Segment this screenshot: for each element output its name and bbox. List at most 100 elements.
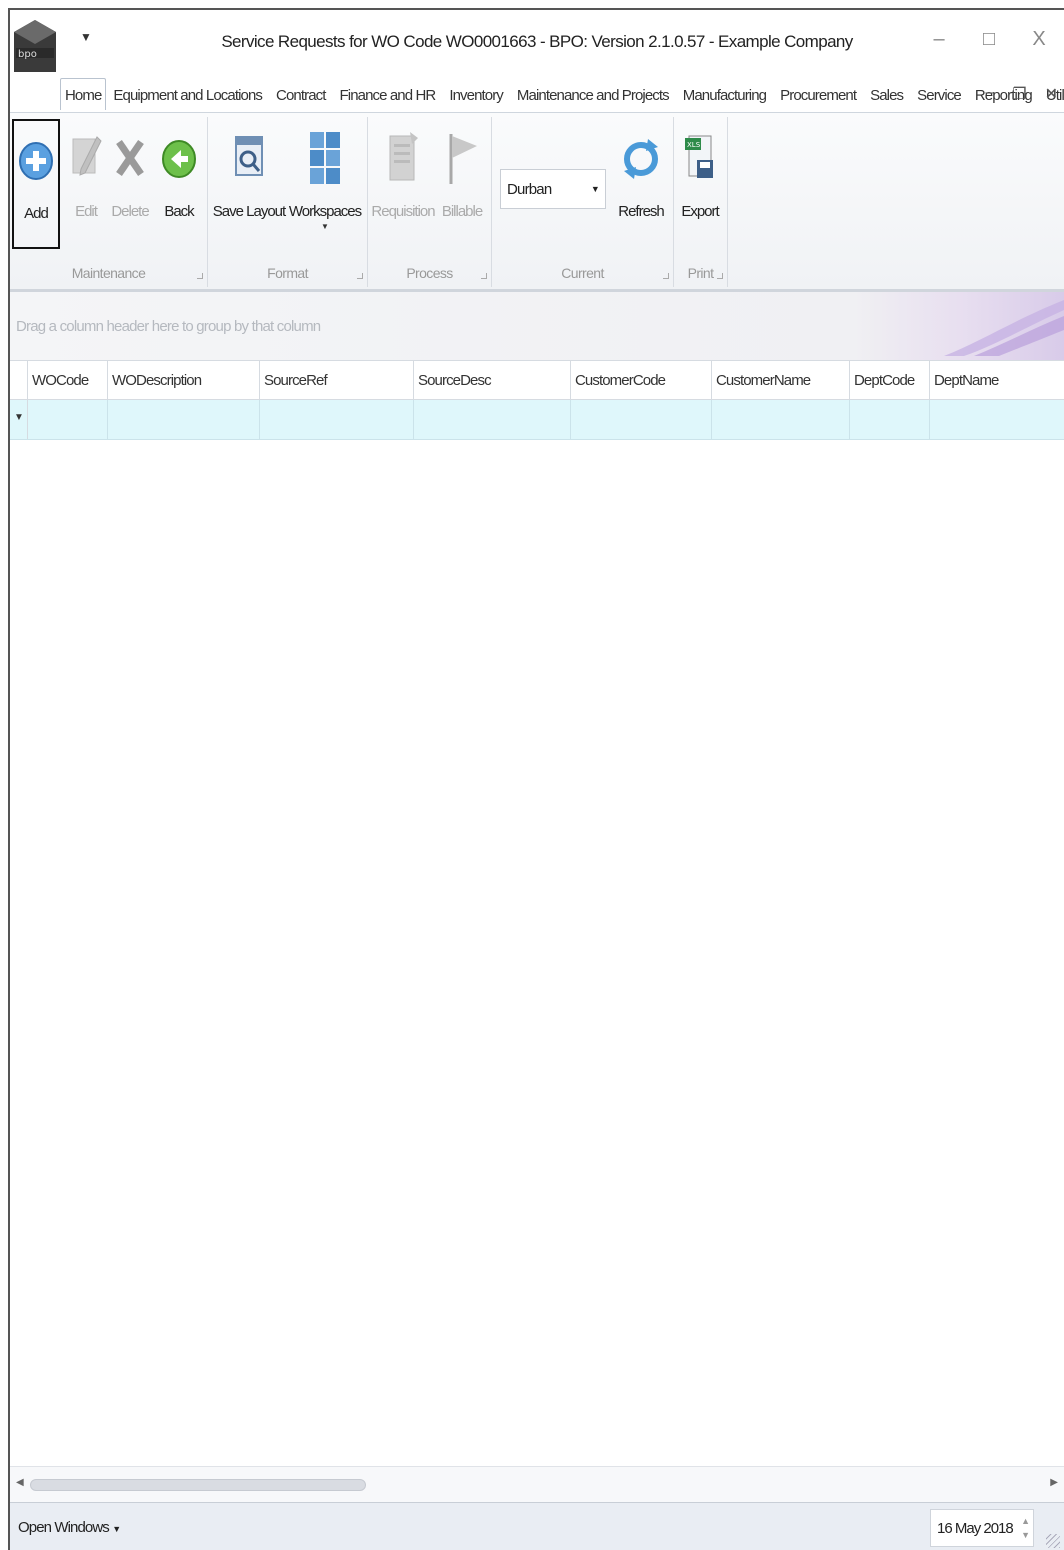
grid-cell[interactable] [930, 400, 1064, 439]
chevron-down-icon: ▼ [590, 184, 600, 194]
column-header-sourcedesc[interactable]: SourceDesc [414, 361, 571, 399]
delete-label: Delete [111, 203, 149, 220]
grid-cell[interactable] [712, 400, 850, 439]
new-row-indicator-icon: ▼ [14, 412, 24, 423]
service-requests-grid: WOCode WODescription SourceRef SourceDes… [10, 360, 1064, 440]
group-label-maintenance: Maintenance [71, 265, 146, 281]
delete-button[interactable]: Delete [108, 119, 152, 249]
add-label: Add [24, 205, 49, 222]
tab-maintenance-and-projects[interactable]: Maintenance and Projects [510, 79, 676, 110]
new-item-row[interactable]: ▼ [10, 400, 1064, 440]
grid-cell[interactable] [414, 400, 571, 439]
save-layout-button[interactable]: Save Layout [213, 119, 286, 249]
group-label-current: Current [561, 265, 604, 281]
minimize-button[interactable]: – [914, 24, 964, 54]
scrollbar-thumb[interactable] [30, 1479, 366, 1491]
ribbon-group-current: Durban ▼ Refresh Current [492, 117, 674, 287]
ribbon-tabs: Home Equipment and Locations Contract Fi… [10, 72, 1064, 112]
group-by-panel[interactable]: Drag a column header here to group by th… [10, 292, 1064, 362]
tab-inventory[interactable]: Inventory [442, 79, 510, 110]
flag-icon [449, 134, 477, 184]
grid-cell[interactable] [260, 400, 414, 439]
group-label-format: Format [267, 265, 308, 281]
group-by-hint: Drag a column header here to group by th… [16, 318, 321, 335]
scroll-right-icon[interactable]: ▶ [1050, 1477, 1058, 1488]
column-header-deptcode[interactable]: DeptCode [850, 361, 930, 399]
export-button[interactable]: XLS Export [676, 119, 724, 249]
dialog-launcher-icon[interactable] [481, 273, 487, 279]
grid-header-row: WOCode WODescription SourceRef SourceDes… [10, 360, 1064, 400]
workspaces-icon [310, 132, 340, 184]
group-label-process: Process [406, 265, 453, 281]
tab-service[interactable]: Service [910, 79, 968, 110]
edit-button[interactable]: Edit [66, 119, 106, 249]
tab-manufacturing[interactable]: Manufacturing [676, 79, 773, 110]
horizontal-scrollbar[interactable]: ◀ ▶ [10, 1466, 1064, 1502]
billable-label: Billable [441, 203, 483, 220]
column-header-deptname[interactable]: DeptName [930, 361, 1064, 399]
column-header-sourceref[interactable]: SourceRef [260, 361, 414, 399]
decorative-swoosh-icon [944, 300, 1064, 356]
row-indicator: ▼ [10, 400, 28, 439]
ribbon-group-process: Requisition Billable Process [368, 117, 492, 287]
row-indicator-header [10, 361, 28, 399]
workspaces-label: Workspaces [288, 203, 362, 220]
open-windows-menu[interactable]: Open Windows ▼ [18, 1519, 121, 1536]
requisition-label: Requisition [371, 203, 435, 220]
edit-icon [72, 136, 102, 176]
tab-equipment-and-locations[interactable]: Equipment and Locations [106, 79, 269, 110]
ribbon-group-maintenance: Add Edit Delete Back Maintenance [10, 117, 208, 287]
site-select[interactable]: Durban ▼ [500, 169, 606, 209]
app-window: bpo ▼ Service Requests for WO Code WO000… [8, 8, 1064, 1550]
back-button[interactable]: Back [158, 119, 200, 249]
add-icon [19, 142, 53, 180]
refresh-icon [624, 139, 658, 179]
requisition-icon [389, 132, 418, 181]
dialog-launcher-icon[interactable] [663, 273, 669, 279]
maximize-button[interactable]: □ [964, 24, 1014, 54]
export-label: Export [681, 203, 719, 220]
grid-cell[interactable] [850, 400, 930, 439]
column-header-wodescription[interactable]: WODescription [108, 361, 260, 399]
tab-finance-and-hr[interactable]: Finance and HR [333, 79, 443, 110]
refresh-label: Refresh [618, 203, 665, 220]
add-button[interactable]: Add [12, 119, 60, 249]
window-title: Service Requests for WO Code WO0001663 -… [221, 32, 853, 51]
mdi-minimize-icon[interactable]: – [985, 84, 994, 104]
tab-procurement[interactable]: Procurement [773, 79, 863, 110]
ribbon-group-format: Save Layout Workspaces ▼ Format [208, 117, 368, 287]
refresh-button[interactable]: Refresh [614, 119, 668, 249]
open-windows-label: Open Windows [18, 1519, 110, 1536]
grid-cell[interactable] [571, 400, 712, 439]
column-header-wocode[interactable]: WOCode [28, 361, 108, 399]
ribbon: Add Edit Delete Back Maintenance Save La… [10, 112, 1064, 292]
chevron-down-icon: ▼ [112, 1524, 121, 1534]
dialog-launcher-icon[interactable] [197, 273, 203, 279]
tab-sales[interactable]: Sales [863, 79, 910, 110]
edit-label: Edit [75, 203, 98, 220]
workspaces-button[interactable]: Workspaces ▼ [288, 119, 362, 249]
dialog-launcher-icon[interactable] [717, 273, 723, 279]
delete-icon [116, 140, 144, 176]
requisition-button[interactable]: Requisition [371, 119, 436, 249]
mdi-restore-icon[interactable]: ❐ [1012, 84, 1026, 104]
resize-grip-icon[interactable] [1046, 1534, 1060, 1548]
tab-contract[interactable]: Contract [269, 79, 333, 110]
grid-cell[interactable] [28, 400, 108, 439]
column-header-customercode[interactable]: CustomerCode [571, 361, 712, 399]
dialog-launcher-icon[interactable] [357, 273, 363, 279]
ribbon-group-print: XLS Export Print [674, 117, 728, 287]
site-select-value: Durban [507, 180, 552, 198]
close-button[interactable]: X [1014, 24, 1064, 54]
export-icon: XLS [685, 135, 713, 178]
date-value: 16 May 2018 [937, 1520, 1014, 1537]
status-bar: Open Windows ▼ 16 May 2018 ▲ ▼ [10, 1502, 1064, 1550]
date-spin-icon[interactable]: ▲ ▼ [1021, 1514, 1030, 1542]
date-field[interactable]: 16 May 2018 ▲ ▼ [930, 1509, 1034, 1547]
column-header-customername[interactable]: CustomerName [712, 361, 850, 399]
scroll-left-icon[interactable]: ◀ [16, 1477, 24, 1488]
mdi-close-icon[interactable]: ✕ [1045, 84, 1058, 104]
tab-home[interactable]: Home [60, 78, 107, 110]
billable-button[interactable]: Billable [440, 119, 484, 249]
grid-cell[interactable] [108, 400, 260, 439]
